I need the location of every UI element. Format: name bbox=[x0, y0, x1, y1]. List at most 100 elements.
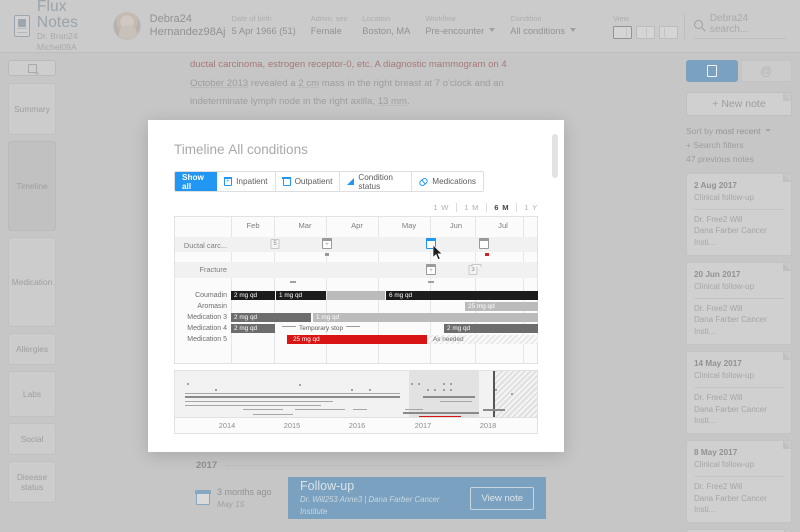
temp-stop-label: Temporary stop bbox=[299, 325, 344, 332]
overview-dot bbox=[351, 389, 353, 391]
overview-year: 2014 bbox=[218, 421, 236, 430]
overview-lane bbox=[185, 396, 400, 398]
med-segment[interactable]: 25 mg qd bbox=[287, 335, 427, 344]
filter-label: Inpatient bbox=[236, 177, 268, 186]
row-label-condition-1: Ductal carc... bbox=[183, 241, 227, 250]
event-calendar[interactable] bbox=[478, 237, 490, 249]
med-segment[interactable] bbox=[327, 291, 385, 300]
event-badge-3[interactable]: 3 bbox=[468, 264, 481, 275]
overview-dot bbox=[443, 383, 445, 385]
row-label-condition-2: Fracture bbox=[199, 265, 227, 274]
overview-dot bbox=[511, 393, 513, 395]
vertical-scrollbar[interactable] bbox=[552, 134, 558, 178]
page-title: Timeline All conditions bbox=[174, 142, 538, 157]
overview-axis: 2014 2015 2016 2017 2018 bbox=[175, 417, 537, 433]
timeline-title: Timeline bbox=[174, 142, 225, 157]
x-tick: Mar bbox=[298, 221, 312, 230]
med-segment[interactable]: 6 mg qd bbox=[386, 291, 538, 300]
app-root: Flux Notes Dr. Bran24 Michel09A Debra24 … bbox=[0, 0, 800, 532]
overview-dot bbox=[418, 383, 420, 385]
overview-year: 2018 bbox=[479, 421, 497, 430]
row-band bbox=[175, 262, 537, 278]
x-tick: Apr bbox=[351, 221, 363, 230]
chart-x-axis: Feb Mar Apr May Jun Jul bbox=[231, 217, 537, 237]
range-1m[interactable]: 1 M bbox=[457, 203, 488, 212]
overview-dot bbox=[187, 383, 189, 385]
filter-inpatient[interactable]: Inpatient bbox=[217, 172, 276, 191]
timeline-chart[interactable]: Feb Mar Apr May Jun Jul Ductal carc... 5 bbox=[174, 216, 538, 364]
overview-dot bbox=[427, 389, 429, 391]
badge-number: 5 bbox=[270, 239, 280, 249]
med-segment[interactable]: 2 mg qd bbox=[444, 324, 538, 333]
overview-lane bbox=[185, 393, 400, 395]
range-1y[interactable]: 1 Y bbox=[517, 203, 538, 212]
overview-dot bbox=[495, 389, 497, 391]
overview-dot bbox=[369, 389, 371, 391]
timeline-filter-bar: Show all Inpatient Outpatient Condition … bbox=[174, 171, 484, 192]
row-label-medication-2: Aromasin bbox=[197, 303, 227, 310]
overview-year: 2015 bbox=[283, 421, 301, 430]
overview-dot bbox=[411, 383, 413, 385]
row-label-medication-3: Medication 3 bbox=[187, 314, 227, 321]
overview-dot bbox=[434, 389, 436, 391]
med-segment-as-needed[interactable]: As needed bbox=[427, 335, 538, 344]
badge-number-stack: 3 bbox=[468, 264, 481, 275]
overview-lane bbox=[243, 409, 283, 411]
overview-lane bbox=[253, 414, 293, 416]
event-calendar-plus[interactable] bbox=[321, 237, 333, 249]
row-band bbox=[175, 278, 537, 288]
timeline-overview[interactable]: 2014 2015 2016 2017 2018 bbox=[174, 370, 538, 434]
filter-label: Show all bbox=[182, 172, 204, 191]
x-tick: Jul bbox=[498, 221, 508, 230]
x-tick: Jun bbox=[449, 221, 463, 230]
x-tick: May bbox=[401, 221, 417, 230]
calendar-icon-blue bbox=[425, 237, 437, 249]
med-segment[interactable]: 2 mg qd bbox=[231, 291, 275, 300]
filter-label: Medications bbox=[432, 177, 476, 186]
marker-grey-flag bbox=[325, 253, 329, 256]
overview-lane bbox=[403, 412, 479, 414]
filter-condition-status[interactable]: Condition status bbox=[340, 172, 413, 191]
med-segment[interactable]: 2 mg qd bbox=[231, 313, 311, 322]
marker-dash bbox=[290, 281, 296, 283]
range-1w[interactable]: 1 W bbox=[426, 203, 458, 212]
calendar-plus-icon bbox=[223, 176, 233, 186]
med-segment[interactable]: 2 mg qd bbox=[231, 324, 275, 333]
overview-lane bbox=[405, 409, 423, 411]
x-tick: Feb bbox=[246, 221, 260, 230]
overview-lane bbox=[197, 405, 321, 407]
event-calendar-plus-2[interactable] bbox=[425, 263, 437, 275]
event-badge-5[interactable]: 5 bbox=[270, 239, 280, 249]
pill-icon bbox=[418, 176, 430, 187]
event-calendar-blue-hover[interactable] bbox=[425, 237, 437, 249]
overview-lane bbox=[483, 409, 505, 411]
calendar-icon bbox=[478, 237, 490, 249]
row-label-medication-1: Coumadin bbox=[195, 292, 227, 299]
triangle-trend-icon bbox=[347, 178, 355, 185]
med-segment[interactable]: 1 mg qd bbox=[313, 313, 538, 322]
filter-label: Outpatient bbox=[294, 177, 333, 186]
overview-year: 2016 bbox=[348, 421, 366, 430]
modal-content: Timeline All conditions Show all Inpatie… bbox=[148, 120, 564, 434]
filter-outpatient[interactable]: Outpatient bbox=[275, 172, 341, 191]
overview-dot bbox=[450, 389, 452, 391]
calendar-icon bbox=[282, 176, 291, 186]
filter-show-all[interactable]: Show all bbox=[175, 172, 218, 191]
timeline-subtitle: All conditions bbox=[228, 142, 308, 157]
med-segment[interactable]: 25 mg qd bbox=[465, 302, 538, 311]
marker-dash bbox=[428, 281, 434, 283]
range-6m[interactable]: 6 M bbox=[487, 203, 518, 212]
med-segment[interactable]: 1 mg qd bbox=[276, 291, 326, 300]
marker-red-flag bbox=[485, 253, 489, 256]
time-range-selector: 1 W 1 M 6 M 1 Y bbox=[174, 203, 538, 212]
overview-dot bbox=[299, 384, 301, 386]
overview-lane bbox=[353, 409, 367, 411]
filter-label: Condition status bbox=[358, 172, 393, 191]
row-label-medication-4: Medication 4 bbox=[187, 325, 227, 332]
overview-dot bbox=[215, 389, 217, 391]
filter-medications[interactable]: Medications bbox=[412, 172, 483, 191]
med-temporary-stop[interactable]: Temporary stop bbox=[279, 324, 363, 333]
row-label-medication-5: Medication 5 bbox=[187, 336, 227, 343]
calendar-plus-icon bbox=[425, 263, 437, 275]
overview-lane bbox=[185, 401, 333, 403]
